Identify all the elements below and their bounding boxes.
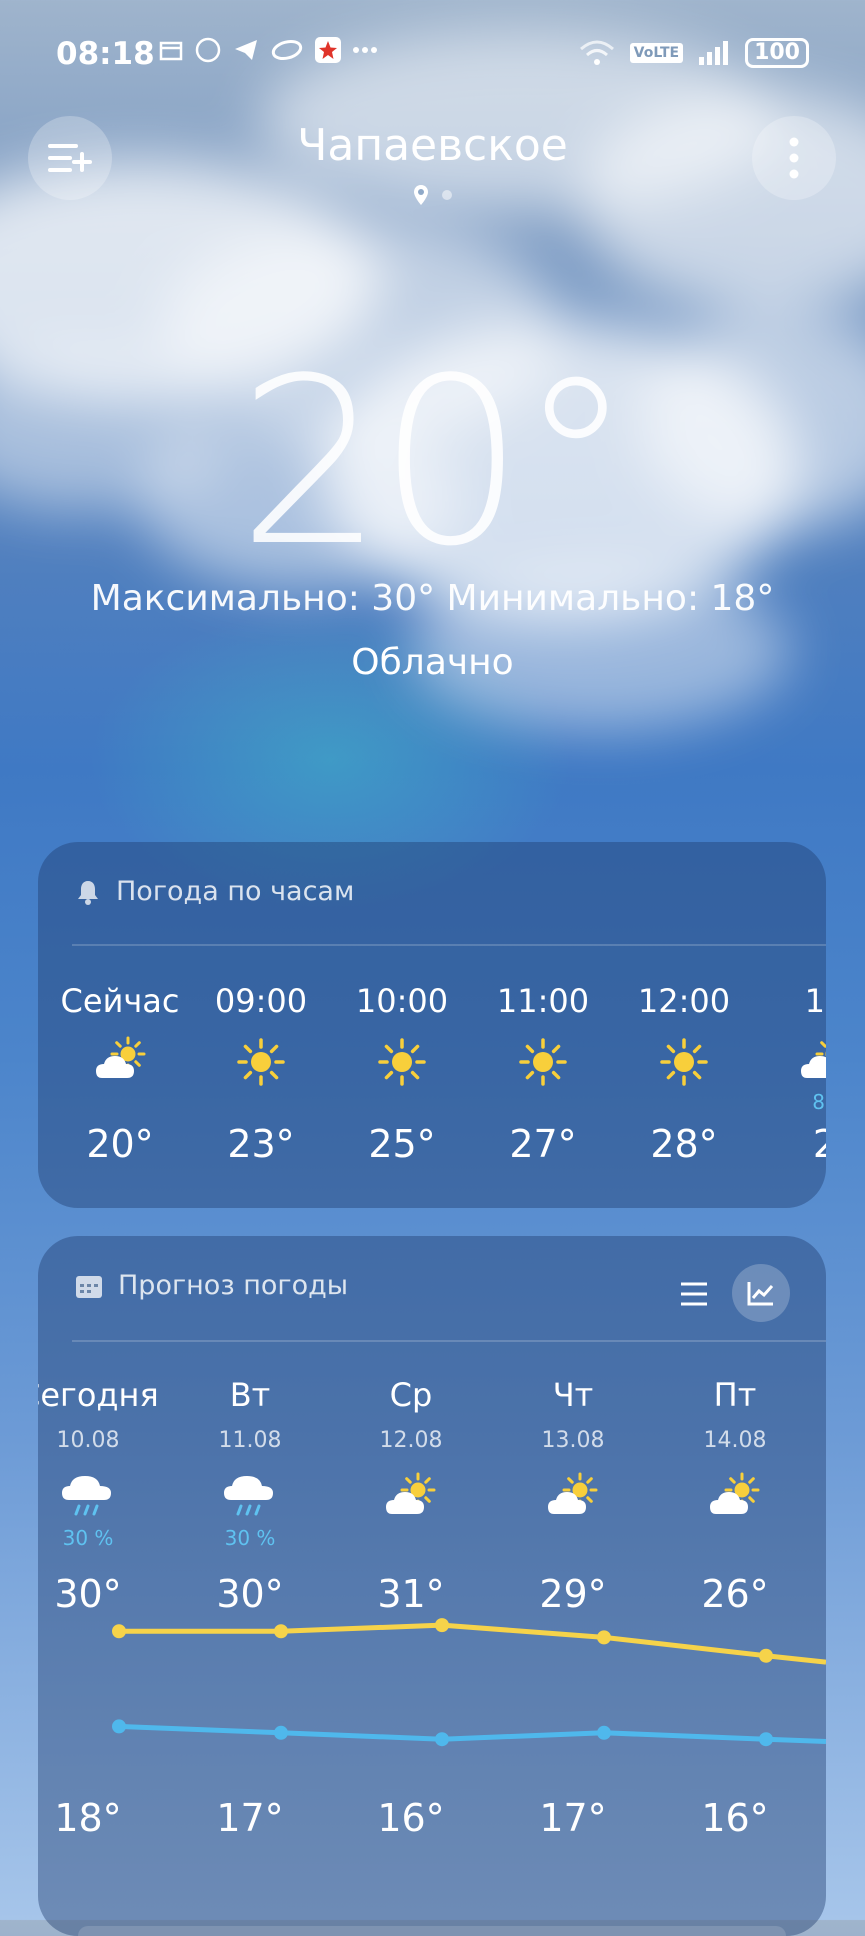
battery-indicator: 100 <box>745 38 809 68</box>
partly-cloudy-icon <box>94 1036 146 1088</box>
temperature-trend-chart <box>112 1618 826 1747</box>
hour-temperature: 2 <box>812 1122 826 1166</box>
wifi-icon <box>579 40 614 65</box>
today-min-max: Максимально: 30° Минимально: 18° <box>90 578 775 619</box>
hourly-forecast-card[interactable]: Погода по часам Сейчас 20° 09:00 23° 10:00… <box>38 842 826 1208</box>
hour-label: Сейчас <box>60 982 180 1020</box>
star-app-icon <box>315 37 341 63</box>
bell-icon <box>78 880 98 905</box>
box-icon <box>159 41 183 61</box>
sun-icon <box>376 1036 428 1088</box>
hour-label: 10:00 <box>355 982 449 1020</box>
more-notifications-icon <box>353 47 377 53</box>
status-time: 08:18 <box>56 36 155 72</box>
divider <box>72 944 826 946</box>
volte-badge: VoLTE <box>629 43 684 63</box>
city-name: Чапаевское <box>297 120 568 171</box>
hour-temperature: 28° <box>650 1122 718 1166</box>
low-temp-line <box>118 1723 826 1744</box>
whatsapp-icon <box>195 37 221 63</box>
daily-forecast-card[interactable]: Прогноз погоды Сегодня 10.08 30 % 30° 18… <box>38 1236 826 1936</box>
sun-icon <box>235 1036 287 1088</box>
hour-label: 13 <box>804 982 826 1020</box>
signal-icon <box>699 41 729 65</box>
hour-temperature: 25° <box>368 1122 436 1166</box>
current-condition: Облачно <box>351 642 514 683</box>
hour-label: 11:00 <box>496 982 590 1020</box>
low-temp-point <box>759 1732 773 1747</box>
city-page-indicator <box>0 184 865 206</box>
hour-temperature: 20° <box>86 1122 154 1166</box>
location-pin-icon <box>413 185 428 205</box>
high-temp-point <box>112 1624 126 1639</box>
sun-icon <box>517 1036 569 1088</box>
hour-temperature: 23° <box>227 1122 295 1166</box>
ring-app-icon <box>271 39 303 61</box>
low-temp-point <box>435 1732 449 1747</box>
low-temp-point <box>597 1725 611 1740</box>
high-temp-point <box>759 1648 773 1663</box>
partly-cloudy-icon <box>799 1036 826 1088</box>
high-temp-line <box>119 1622 826 1665</box>
hourly-card-title: Погода по часам <box>116 876 355 907</box>
page-dot <box>441 190 452 200</box>
hour-temperature: 27° <box>509 1122 577 1166</box>
notification-icons <box>158 36 378 64</box>
low-temp-point <box>274 1725 288 1740</box>
telegram-icon <box>235 40 257 60</box>
low-temp-point <box>112 1719 126 1734</box>
hour-label: 09:00 <box>214 982 308 1020</box>
hour-label: 12:00 <box>637 982 731 1020</box>
hour-precipitation: 80 <box>812 1090 826 1114</box>
status-bar: 08:18 VoLTE 100 <box>0 0 865 110</box>
high-temp-point <box>274 1624 288 1639</box>
hourly-card-header: Погода по часам <box>74 876 354 907</box>
high-temp-point <box>597 1630 611 1645</box>
high-temp-point <box>435 1618 449 1633</box>
current-temperature: 20° <box>237 330 634 597</box>
next-card-edge <box>78 1926 786 1936</box>
sun-icon <box>658 1036 710 1088</box>
